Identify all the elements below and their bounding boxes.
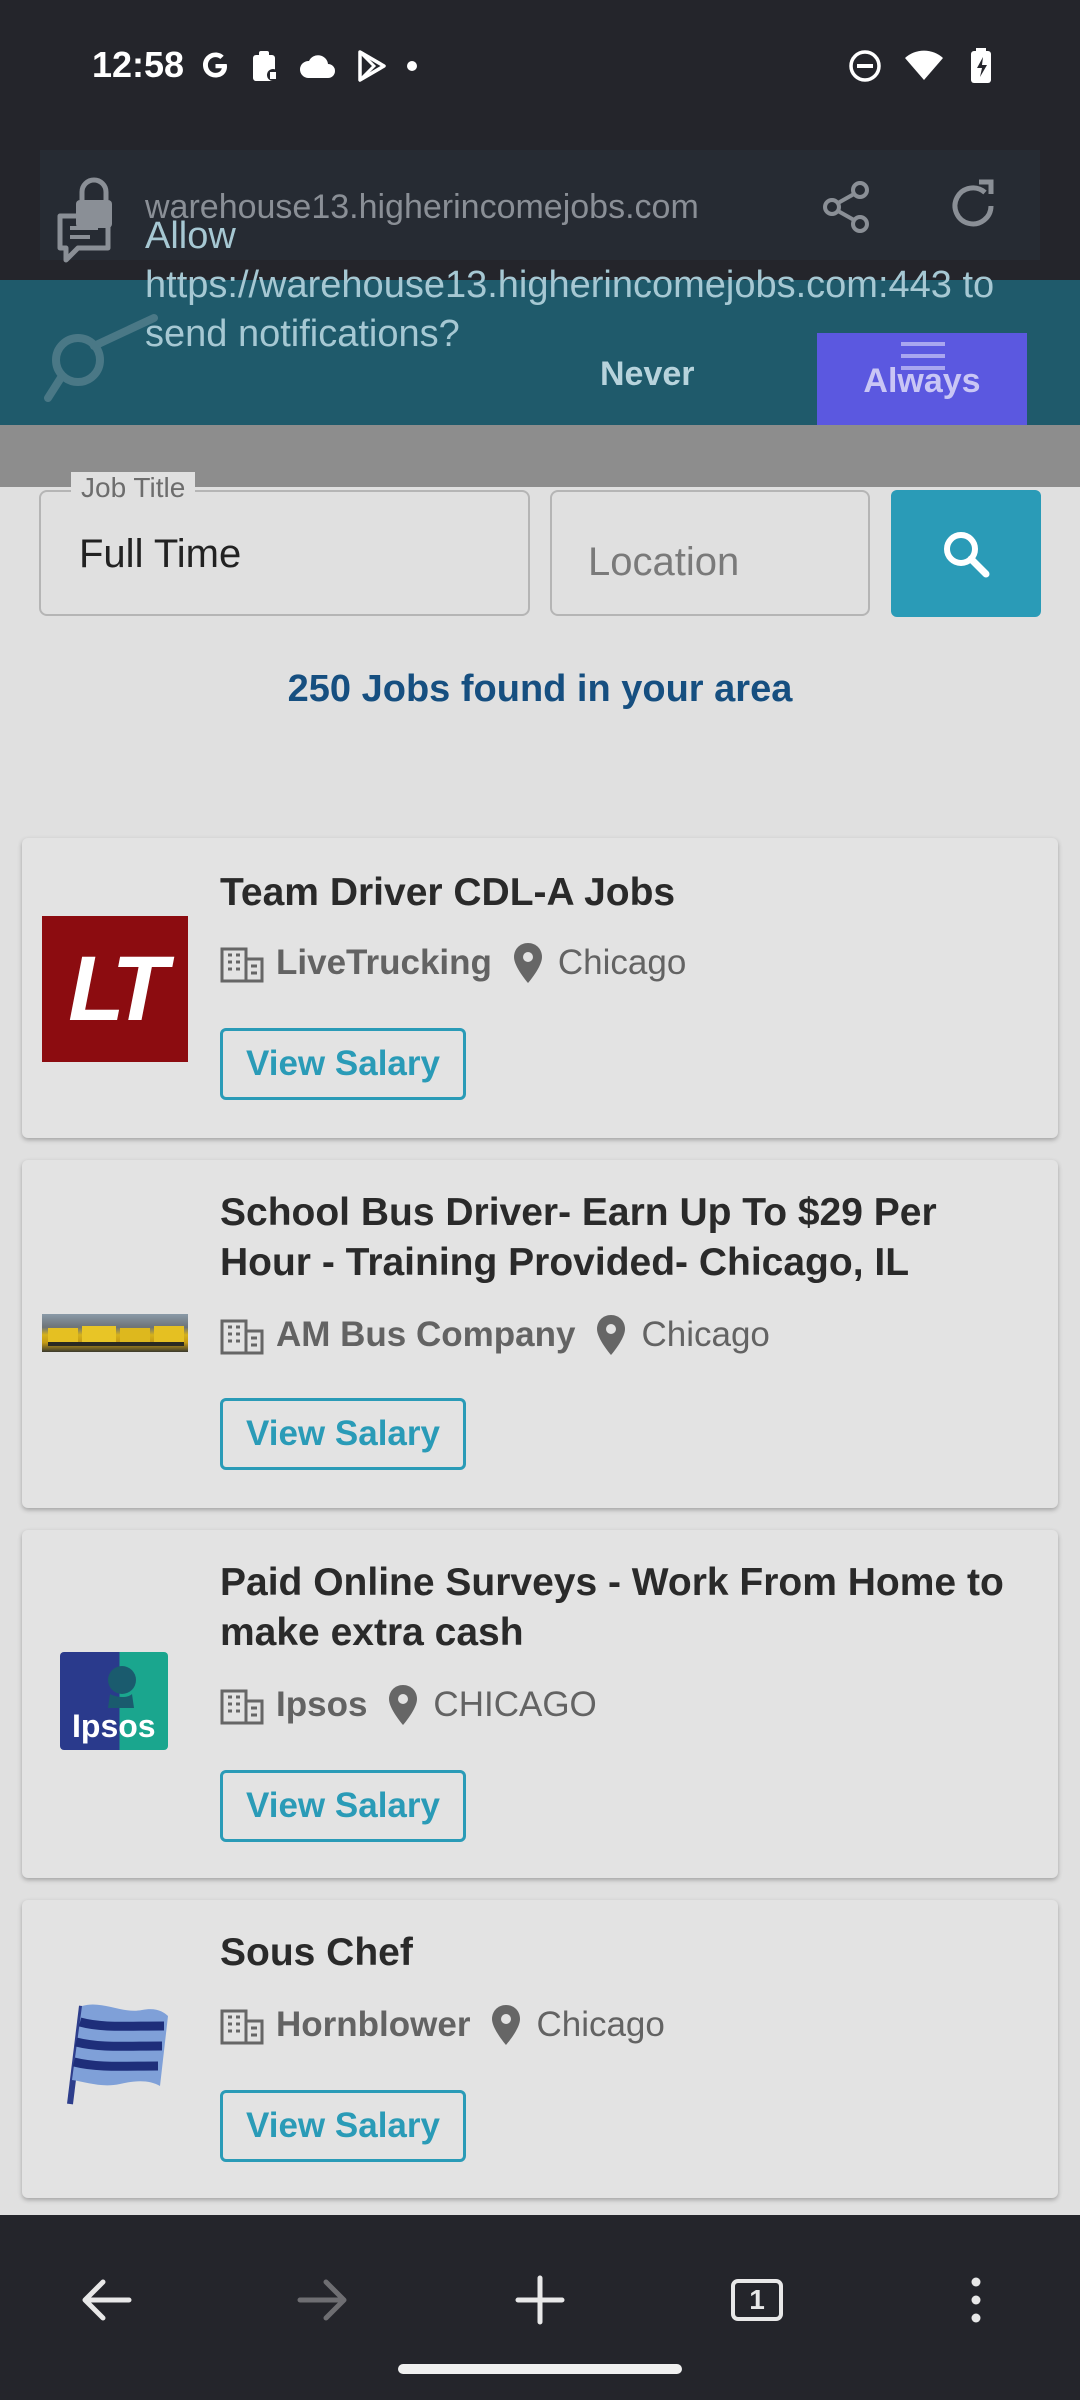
job-meta: Hornblower Chicago	[220, 2000, 665, 2050]
status-bar: 12:58	[0, 0, 1080, 140]
view-salary-button[interactable]: View Salary	[220, 1770, 466, 1842]
job-meta: LiveTrucking Chicago	[220, 938, 686, 988]
building-icon	[220, 1685, 264, 1725]
battery-icon	[966, 47, 996, 85]
job-card[interactable]: School Bus Driver- Earn Up To $29 Per Ho…	[22, 1160, 1058, 1508]
location-field[interactable]: Location	[550, 490, 870, 616]
job-title[interactable]: Sous Chef	[220, 1928, 1010, 1978]
job-title[interactable]: School Bus Driver- Earn Up To $29 Per Ho…	[220, 1188, 1010, 1288]
job-title-field[interactable]: Job Title Full Time	[39, 472, 530, 616]
logo-text: Ipsos	[72, 1708, 156, 1744]
building-icon	[220, 943, 264, 983]
never-button[interactable]: Never	[600, 355, 695, 394]
job-card[interactable]: LT Team Driver CDL-A Jobs LiveTrucking C…	[22, 838, 1058, 1138]
job-title-label: Job Title	[71, 472, 196, 504]
forward-icon[interactable]	[283, 2260, 363, 2340]
job-city: Chicago	[641, 1315, 770, 1354]
location-pin-icon	[490, 2003, 522, 2047]
hornblower-logo	[42, 1992, 188, 2112]
company-name: Hornblower	[276, 2005, 471, 2044]
back-icon[interactable]	[66, 2260, 146, 2340]
building-icon	[220, 1315, 264, 1355]
menu-icon	[899, 341, 947, 371]
job-city: Chicago	[536, 2005, 665, 2044]
company-name: LiveTrucking	[276, 943, 492, 982]
am-bus-logo	[42, 1314, 188, 1352]
job-title[interactable]: Paid Online Surveys - Work From Home to …	[220, 1558, 1010, 1658]
view-salary-button[interactable]: View Salary	[220, 1398, 466, 1470]
jobs-count-summary: 250 Jobs found in your area	[287, 668, 793, 710]
company-name: Ipsos	[276, 1685, 368, 1724]
home-indicator[interactable]	[398, 2364, 682, 2374]
building-icon	[220, 2005, 264, 2045]
job-meta: AM Bus Company Chicago	[220, 1310, 770, 1360]
location-placeholder[interactable]: Location	[588, 540, 739, 585]
status-time: 12:58	[92, 44, 185, 85]
job-meta: Ipsos CHICAGO	[220, 1680, 597, 1730]
play-store-icon	[354, 49, 388, 83]
ipsos-logo: Ipsos	[60, 1652, 168, 1750]
dnd-icon	[848, 49, 882, 83]
job-title-value[interactable]: Full Time	[79, 532, 241, 577]
status-icons-right	[848, 46, 996, 86]
cloud-icon	[298, 52, 336, 80]
location-pin-icon	[387, 1683, 419, 1727]
job-card[interactable]: Sous Chef Hornblower Chicago View Salary	[22, 1900, 1058, 2198]
livetrucking-logo: LT	[42, 916, 188, 1062]
status-icons-left	[198, 46, 418, 86]
wifi-icon	[904, 50, 944, 82]
clipboard-icon	[250, 49, 280, 83]
tab-count: 1	[749, 2284, 765, 2315]
view-salary-button[interactable]: View Salary	[220, 2090, 466, 2162]
logo-text: LT	[68, 937, 168, 1040]
always-button[interactable]: Always	[817, 333, 1027, 429]
dot-icon	[406, 60, 418, 72]
more-icon[interactable]	[936, 2260, 1016, 2340]
location-pin-icon	[512, 941, 544, 985]
job-card[interactable]: Ipsos Paid Online Surveys - Work From Ho…	[22, 1530, 1058, 1878]
google-icon	[198, 49, 232, 83]
job-city: Chicago	[557, 943, 687, 982]
location-pin-icon	[595, 1313, 627, 1357]
search-icon	[941, 529, 991, 579]
search-button[interactable]	[891, 490, 1041, 617]
tab-switcher-icon[interactable]: 1	[717, 2260, 797, 2340]
company-name: AM Bus Company	[276, 1315, 576, 1354]
notification-chat-icon	[56, 212, 112, 264]
new-tab-icon[interactable]	[500, 2260, 580, 2340]
job-city: CHICAGO	[433, 1685, 597, 1724]
job-title[interactable]: Team Driver CDL-A Jobs	[220, 868, 1010, 918]
view-salary-button[interactable]: View Salary	[220, 1028, 466, 1100]
